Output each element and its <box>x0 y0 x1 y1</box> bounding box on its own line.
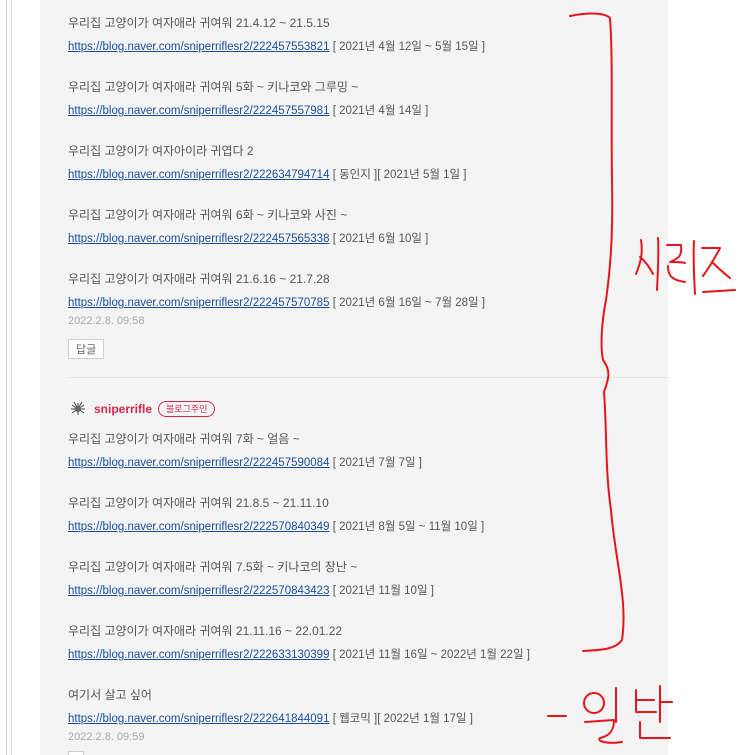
entry-link-line: https://blog.naver.com/sniperriflesr2/22… <box>68 582 434 598</box>
post-link[interactable]: https://blog.naver.com/sniperriflesr2/22… <box>68 649 329 661</box>
entry-date: [ 2021년 8월 5일 ~ 11월 10일 ] <box>332 521 485 533</box>
entry-link-line: https://blog.naver.com/sniperriflesr2/22… <box>68 710 473 726</box>
entry-link-line: https://blog.naver.com/sniperriflesr2/22… <box>68 454 422 470</box>
post-link[interactable]: https://blog.naver.com/sniperriflesr2/22… <box>68 713 329 725</box>
author-name[interactable]: sniperrifle <box>94 402 152 416</box>
reply-button[interactable] <box>68 751 84 755</box>
entry-title: 우리집 고양이가 여자애라 귀여워 7.5화 ~ 키나코의 장난 ~ <box>68 560 358 574</box>
blog-owner-badge: 블로그주인 <box>158 401 216 417</box>
comment-timestamp: 2022.2.8. 09:59 <box>68 731 145 743</box>
post-link[interactable]: https://blog.naver.com/sniperriflesr2/22… <box>68 521 329 533</box>
comment-2: sniperrifle 블로그주인 우리집 고양이가 여자애라 귀여워 7화 ~… <box>68 0 668 755</box>
entry-date: [ 2021년 7월 7일 ] <box>332 457 422 469</box>
entry-date: [ 2021년 11월 10일 ] <box>332 585 434 597</box>
avatar[interactable] <box>68 399 88 419</box>
entry-title: 우리집 고양이가 여자애라 귀여워 7화 ~ 얼음 ~ <box>68 432 300 446</box>
entry-date: [ 2021년 11월 16일 ~ 2022년 1월 22일 ] <box>332 649 530 661</box>
entry-title: 여기서 살고 싶어 <box>68 688 152 702</box>
comment-panel: 우리집 고양이가 여자애라 귀여워 21.4.12 ~ 21.5.15 http… <box>40 0 668 755</box>
entry-link-line: https://blog.naver.com/sniperriflesr2/22… <box>68 518 484 534</box>
post-link[interactable]: https://blog.naver.com/sniperriflesr2/22… <box>68 457 329 469</box>
entry-title: 우리집 고양이가 여자애라 귀여워 21.8.5 ~ 21.11.10 <box>68 496 329 510</box>
entry-link-line: https://blog.naver.com/sniperriflesr2/22… <box>68 646 530 662</box>
post-link[interactable]: https://blog.naver.com/sniperriflesr2/22… <box>68 585 329 597</box>
left-border <box>6 0 12 755</box>
entry-title: 우리집 고양이가 여자애라 귀여워 21.11.16 ~ 22.01.22 <box>68 624 343 638</box>
entry-date: [ 웹코믹 ][ 2022년 1월 17일 ] <box>332 713 473 725</box>
comment-author: sniperrifle 블로그주인 <box>68 398 216 420</box>
